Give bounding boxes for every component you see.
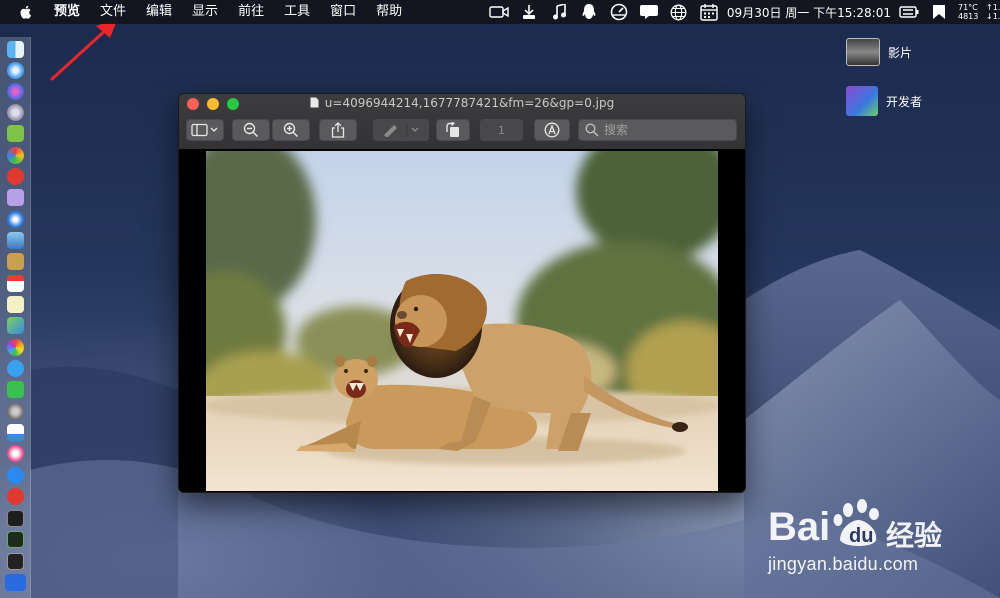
desktop-item-movies[interactable]: 影片 (846, 38, 912, 66)
messages-dock-icon[interactable] (7, 360, 24, 377)
window-title: u=4096944214,1677787421&fm=26&gp=0.jpg (324, 96, 615, 110)
dock (0, 37, 31, 598)
desktop: 预览 文件 编辑 显示 前往 工具 窗口 帮助 09月30日 周一 下午15:2… (0, 0, 1000, 598)
console-icon[interactable] (7, 553, 24, 570)
menu-tools[interactable]: 工具 (274, 0, 320, 24)
watermark-url: jingyan.baidu.com (768, 554, 919, 574)
app-brown-icon[interactable] (7, 253, 24, 270)
window-titlebar[interactable]: u=4096944214,1677787421&fm=26&gp=0.jpg 1 (179, 94, 745, 150)
menu-go[interactable]: 前往 (228, 0, 274, 24)
fan-rpm: 4813 (958, 12, 979, 21)
svg-text:Bai: Bai (768, 505, 830, 549)
menu-file[interactable]: 文件 (90, 0, 136, 24)
app-red-icon[interactable] (7, 168, 24, 185)
menu-help[interactable]: 帮助 (366, 0, 412, 24)
gauge-icon[interactable] (608, 3, 630, 21)
markup-toolbar-button[interactable] (534, 119, 570, 141)
activity-monitor-icon[interactable] (7, 531, 24, 548)
lion-photo (206, 151, 718, 491)
share-button[interactable] (319, 119, 357, 141)
battery-icon[interactable] (898, 4, 920, 20)
preview-window: u=4096944214,1677787421&fm=26&gp=0.jpg 1 (178, 93, 746, 493)
calendar-dock-icon[interactable] (7, 275, 24, 292)
markup-pen-button[interactable] (373, 119, 429, 141)
cpu-temp: 71°C (958, 3, 978, 12)
bookmark-icon[interactable] (928, 4, 950, 20)
menu-window[interactable]: 窗口 (320, 0, 366, 24)
camera-icon[interactable] (488, 4, 510, 20)
calendar-icon[interactable] (698, 3, 720, 21)
desktop-item-developer[interactable]: 开发者 (846, 86, 922, 116)
android-icon[interactable] (7, 125, 24, 142)
app-green-icon[interactable] (7, 317, 24, 334)
cpu-stats[interactable]: 71°C 4813 (958, 3, 986, 21)
safari-icon[interactable] (7, 62, 24, 79)
siri-icon[interactable] (7, 83, 24, 100)
qq-icon[interactable] (578, 4, 600, 20)
movie-folder-icon (846, 38, 880, 66)
globe-icon[interactable] (668, 4, 690, 20)
preview-icon[interactable] (7, 232, 24, 249)
rotate-icon (446, 122, 459, 137)
desktop-item-label: 影片 (888, 45, 913, 60)
app-purple-icon[interactable] (7, 189, 24, 206)
app-white-icon[interactable] (7, 424, 24, 441)
menubar-clock[interactable]: 09月30日 周一 下午15:28:01 (727, 4, 891, 21)
vpn-icon[interactable] (5, 574, 26, 591)
search-box[interactable] (578, 119, 737, 141)
baidu-watermark: Bai du 经验 jingyan.baidu.com (768, 492, 946, 582)
share-icon (331, 122, 345, 138)
status-area: 09月30日 周一 下午15:28:01 71°C 4813 ↑1.0 ↓1.0 (484, 0, 1000, 24)
apple-icon[interactable] (18, 4, 34, 20)
app-store-icon[interactable] (7, 467, 24, 484)
search-icon (585, 123, 599, 137)
svg-text:du: du (849, 525, 873, 547)
rotate-button[interactable] (436, 119, 470, 141)
page-number-field[interactable]: 1 (480, 119, 523, 141)
sidebar-icon (191, 123, 218, 137)
markup-icon (544, 122, 560, 138)
zoom-out-button[interactable] (232, 119, 270, 141)
notes-icon[interactable] (7, 296, 24, 313)
music-icon[interactable] (548, 4, 570, 20)
zoom-out-icon (243, 122, 258, 137)
itunes-icon[interactable] (7, 445, 24, 462)
messages-icon[interactable] (638, 4, 660, 20)
net-up: ↑1.0 (986, 3, 1000, 12)
menu-app-preview[interactable]: 预览 (44, 0, 90, 24)
download-icon[interactable] (518, 4, 540, 20)
facetime-icon[interactable] (7, 381, 24, 398)
zoom-in-button[interactable] (272, 119, 310, 141)
vivaldi-icon[interactable] (7, 488, 24, 505)
desktop-item-label: 开发者 (886, 94, 923, 109)
network-stats[interactable]: ↑1.0 ↓1.0 (986, 3, 1000, 21)
sidebar-toggle-button[interactable] (186, 119, 224, 141)
chrome-icon[interactable] (7, 147, 24, 164)
net-down: ↓1.0 (986, 12, 1000, 21)
watermark-text: 经验 (886, 519, 943, 552)
menubar: 预览 文件 编辑 显示 前往 工具 窗口 帮助 09月30日 周一 下午15:2… (0, 0, 1000, 24)
developer-folder-icon (846, 86, 878, 116)
terminal-icon[interactable] (7, 510, 24, 527)
document-icon (310, 97, 319, 108)
window-title-container: u=4096944214,1677787421&fm=26&gp=0.jpg (179, 96, 745, 110)
launchpad-icon[interactable] (7, 104, 24, 121)
photos-icon[interactable] (7, 339, 24, 356)
zoom-in-icon (283, 122, 298, 137)
compass-icon[interactable] (7, 211, 24, 228)
finder-icon[interactable] (7, 41, 24, 58)
search-input[interactable] (604, 123, 724, 137)
menu-view[interactable]: 显示 (182, 0, 228, 24)
image-canvas (179, 149, 745, 492)
pen-icon (384, 123, 419, 137)
menu-edit[interactable]: 编辑 (136, 0, 182, 24)
system-preferences-icon[interactable] (7, 403, 24, 420)
